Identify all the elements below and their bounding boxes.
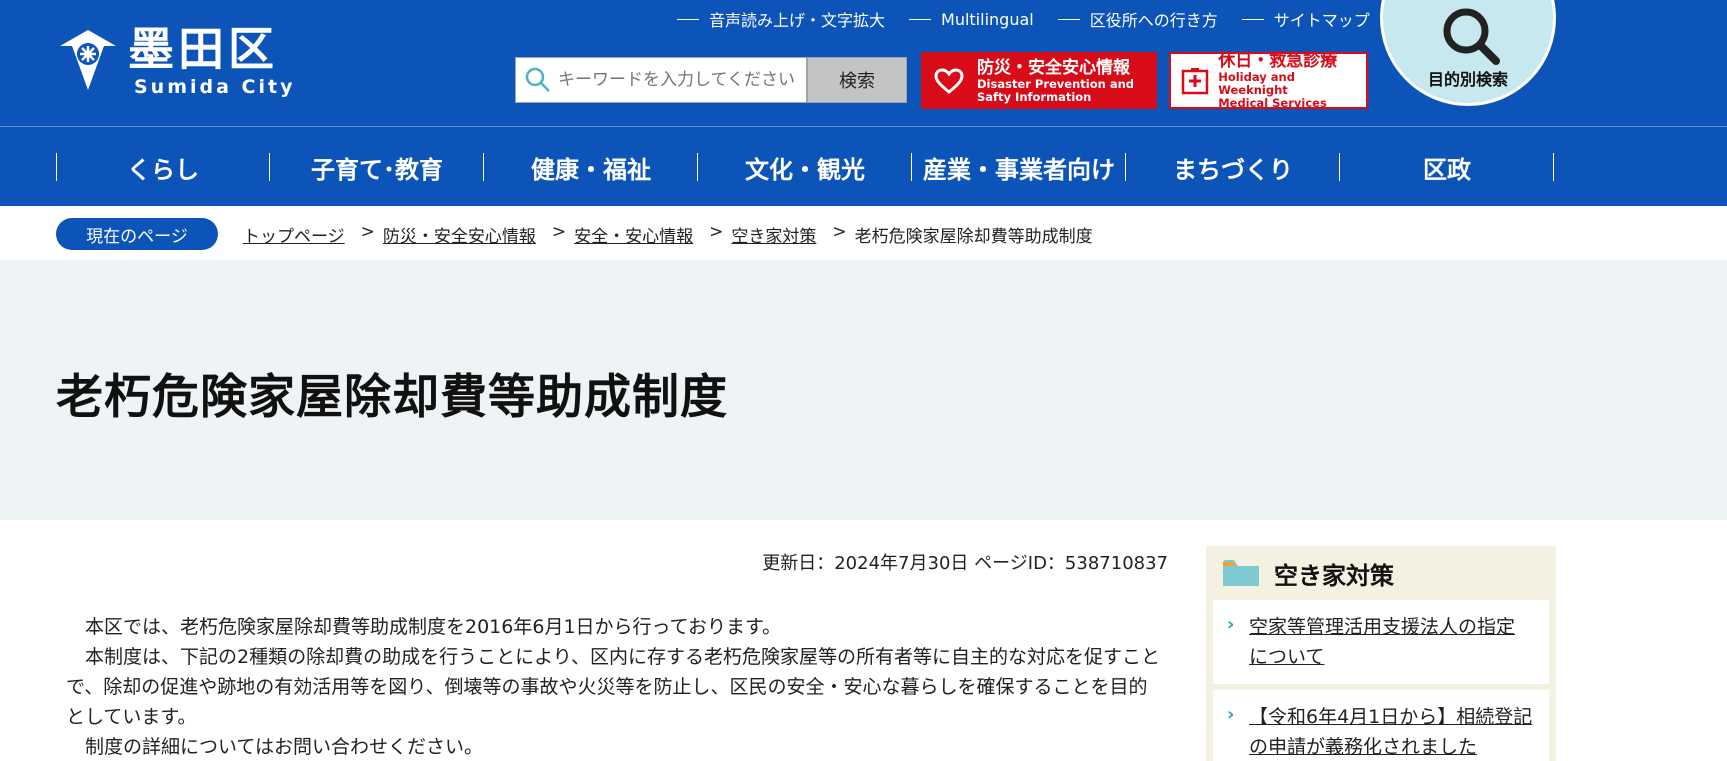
title-band: 老朽危険家屋除却費等助成制度 <box>0 260 1727 520</box>
page-meta: 更新日：2024年7月30日 ページID：538710837 <box>762 553 1168 574</box>
purpose-search-label: 目的別検索 <box>1427 70 1508 89</box>
body-paragraph: 本区では、老朽危険家屋除却費等助成制度を2016年6月1日から行っております。 <box>85 616 782 638</box>
banner-subtitle: Medical Services <box>1218 96 1327 110</box>
dash-icon <box>677 18 699 20</box>
body-paragraph: 本制度は、下記の2種類の除却費の助成を行うことにより、区内に存する老朽危険家屋等… <box>66 646 1160 728</box>
util-link-access[interactable]: 区役所への行き方 <box>1057 8 1218 30</box>
logo-text-en: Sumida City <box>134 76 296 98</box>
side-menu-link[interactable]: 【令和6年4月1日から】相続登記の申請が義務化されました <box>1249 706 1532 758</box>
main-body: 本区では、老朽危険家屋除却費等助成制度を2016年6月1日から行っております。 … <box>66 612 1161 761</box>
util-link-multilingual[interactable]: Multilingual <box>909 8 1034 30</box>
heart-icon <box>934 67 964 94</box>
sumida-emblem-icon <box>60 30 116 90</box>
banner-title: 休日・救急診療 <box>1218 51 1338 71</box>
breadcrumb-separator: > <box>709 222 724 242</box>
holiday-medical-banner[interactable]: 休日・救急診療 Holiday and Weeknight Medical Se… <box>1169 51 1368 110</box>
nav-item-culture-tourism[interactable]: 文化・観光 <box>698 127 912 207</box>
chevron-right-icon: › <box>1227 614 1235 635</box>
disaster-info-banner[interactable]: 防災・安全安心情報 Disaster Prevention and Safty … <box>921 52 1157 109</box>
dash-icon <box>1057 18 1080 20</box>
side-menu-item[interactable]: › 空家等管理活用支援法人の指定について <box>1213 600 1549 684</box>
side-menu: 空き家対策 › 空家等管理活用支援法人の指定について › 【令和6年4月1日から… <box>1206 546 1556 761</box>
page-title: 老朽危険家屋除却費等助成制度 <box>56 370 728 425</box>
breadcrumb: 現在のページ トップページ > 防災・安全安心情報 > 安全・安心情報 > 空き… <box>0 206 1727 260</box>
breadcrumb-link-safety[interactable]: 安全・安心情報 <box>574 222 693 247</box>
side-menu-header: 空き家対策 <box>1206 546 1556 600</box>
nav-item-town-planning[interactable]: まちづくり <box>1126 127 1340 207</box>
breadcrumb-separator: > <box>360 222 375 242</box>
chevron-right-icon: › <box>1227 704 1235 725</box>
side-menu-item[interactable]: › 【令和6年4月1日から】相続登記の申請が義務化されました <box>1213 690 1549 761</box>
banner-subtitle: Disaster Prevention and <box>977 76 1135 91</box>
utility-nav: 音声読み上げ・文字拡大 Multilingual 区役所への行き方 サイトマップ <box>677 8 1394 30</box>
magnifier-icon <box>1443 8 1500 65</box>
nav-item-administration[interactable]: 区政 <box>1340 127 1554 207</box>
global-nav: くらし 子育て･教育 健康・福祉 文化・観光 産業・事業者向け まちづくり 区政 <box>0 126 1727 206</box>
banner-title: 防災・安全安心情報 <box>977 57 1130 78</box>
search-input[interactable] <box>558 70 798 90</box>
breadcrumb-link-disaster[interactable]: 防災・安全安心情報 <box>383 222 536 247</box>
util-link-label: Multilingual <box>941 9 1034 29</box>
side-menu-link[interactable]: 空家等管理活用支援法人の指定について <box>1249 616 1515 668</box>
util-link-label: サイトマップ <box>1273 11 1370 30</box>
hospital-icon <box>1181 67 1208 94</box>
search-button[interactable]: 検索 <box>807 57 907 103</box>
dash-icon <box>909 18 932 20</box>
purpose-search-button[interactable]: 目的別検索 <box>1380 0 1556 106</box>
util-link-speech[interactable]: 音声読み上げ・文字拡大 <box>677 8 885 30</box>
logo-text-ja: 墨田区 <box>128 22 278 76</box>
breadcrumb-separator: > <box>551 222 567 242</box>
nav-item-childcare-education[interactable]: 子育て･教育 <box>270 127 484 207</box>
folder-icon <box>1223 560 1259 586</box>
banner-subtitle: Safty Information <box>977 89 1092 104</box>
site-header: 墨田区 Sumida City 音声読み上げ・文字拡大 Multilingual… <box>0 0 1727 126</box>
banner-subtitle: Holiday and Weeknight <box>1218 70 1295 97</box>
site-logo[interactable]: 墨田区 Sumida City <box>58 22 298 102</box>
util-link-sitemap[interactable]: サイトマップ <box>1241 8 1370 30</box>
nav-item-health-welfare[interactable]: 健康・福祉 <box>484 127 698 207</box>
search-field <box>515 57 807 103</box>
current-page-badge: 現在のページ <box>56 218 218 250</box>
util-link-label: 音声読み上げ・文字拡大 <box>709 11 886 30</box>
nav-item-living[interactable]: くらし <box>56 127 270 207</box>
side-menu-title: 空き家対策 <box>1274 561 1394 590</box>
breadcrumb-separator: > <box>832 222 847 242</box>
breadcrumb-link-vacant-houses[interactable]: 空き家対策 <box>731 222 816 247</box>
dash-icon <box>1241 18 1264 20</box>
body-paragraph: 制度の詳細についてはお問い合わせください。 <box>85 736 484 758</box>
util-link-label: 区役所への行き方 <box>1089 11 1218 30</box>
breadcrumb-current: 老朽危険家屋除却費等助成制度 <box>854 227 1093 247</box>
nav-item-industry-business[interactable]: 産業・事業者向け <box>912 127 1126 207</box>
search-icon <box>525 67 550 92</box>
breadcrumb-link-top[interactable]: トップページ <box>243 222 345 247</box>
